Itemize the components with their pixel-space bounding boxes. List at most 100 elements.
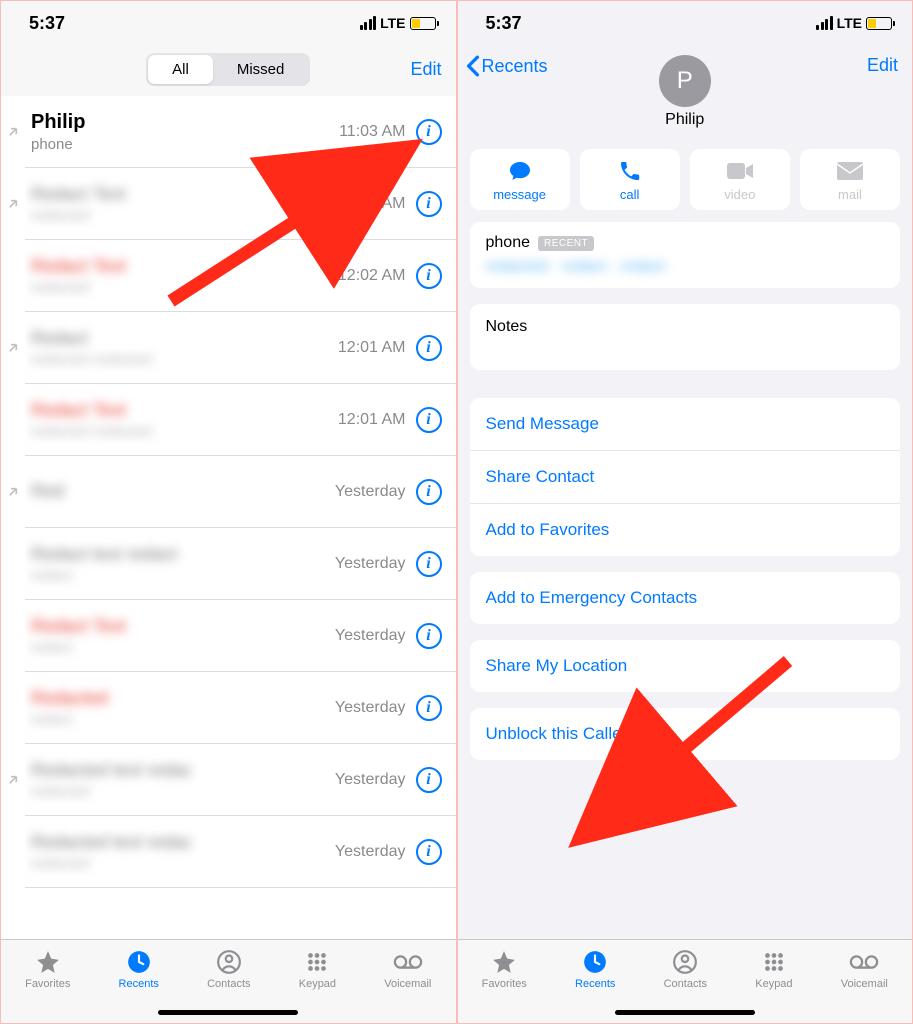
tab-voicemail[interactable]: Voicemail <box>841 948 888 990</box>
caller-name: Redact Text <box>31 256 338 277</box>
outgoing-call-icon <box>1 96 25 168</box>
info-button[interactable]: i <box>416 407 442 433</box>
tab-contacts[interactable]: Contacts <box>207 948 250 990</box>
phone-section[interactable]: phone RECENT redacted · redact · redact <box>470 222 901 288</box>
mail-icon <box>836 159 864 183</box>
notes-section[interactable]: Notes <box>470 304 901 370</box>
video-icon <box>726 159 754 183</box>
back-label: Recents <box>482 56 548 77</box>
outgoing-call-icon <box>1 456 25 528</box>
action-video: video <box>690 149 790 210</box>
avatar[interactable]: P <box>659 55 711 107</box>
link-row[interactable]: Send Message <box>470 398 901 450</box>
call-time: 12:01 AM <box>338 411 406 429</box>
call-row[interactable]: RedactedredactYesterdayi <box>25 672 456 744</box>
caller-name: Philip <box>31 111 339 134</box>
recents-header: All Missed Edit <box>1 45 456 96</box>
action-call[interactable]: call <box>580 149 680 210</box>
link-row[interactable]: Unblock this Caller <box>470 708 901 760</box>
call-row[interactable]: Redacted text redacredactedYesterdayi <box>25 744 456 816</box>
caller-name: Redacted <box>31 688 335 709</box>
info-button[interactable]: i <box>416 839 442 865</box>
caller-sub: redacted <box>31 207 338 224</box>
caller-name: Red <box>31 481 335 502</box>
action-mail: mail <box>800 149 900 210</box>
info-button[interactable]: i <box>416 767 442 793</box>
tab-keypad[interactable]: Keypad <box>299 948 336 990</box>
tab-recents[interactable]: Recents <box>575 948 615 990</box>
tab-keypad[interactable]: Keypad <box>755 948 792 990</box>
segment-all[interactable]: All <box>148 55 213 84</box>
link-row[interactable]: Add to Emergency Contacts <box>470 572 901 624</box>
info-button[interactable]: i <box>416 191 442 217</box>
tab-recents[interactable]: Recents <box>119 948 159 990</box>
call-time: Yesterday <box>335 699 406 717</box>
info-button[interactable]: i <box>416 623 442 649</box>
call-row[interactable]: RedYesterday i <box>25 456 456 528</box>
status-time: 5:37 <box>29 13 65 34</box>
info-button[interactable]: i <box>416 335 442 361</box>
contact-name: Philip <box>665 111 704 129</box>
edit-button[interactable]: Edit <box>867 55 898 76</box>
battery-icon <box>410 17 436 30</box>
tab-favorites[interactable]: Favorites <box>482 948 527 990</box>
links-group-2: Add to Emergency Contacts <box>470 572 901 624</box>
back-button[interactable]: Recents <box>466 55 548 77</box>
home-indicator[interactable] <box>158 1010 298 1015</box>
outgoing-call-icon <box>1 744 25 816</box>
edit-button[interactable]: Edit <box>410 59 441 80</box>
home-indicator[interactable] <box>615 1010 755 1015</box>
call-row[interactable]: Redact Textredacted12:02 AMi <box>25 168 456 240</box>
segmented-control[interactable]: All Missed <box>146 53 310 86</box>
call-time: 12:02 AM <box>338 267 406 285</box>
call-type-column <box>1 96 25 939</box>
call-time: 11:03 AM <box>339 123 405 141</box>
tab-favorites[interactable]: Favorites <box>25 948 70 990</box>
outgoing-call-icon <box>1 816 25 888</box>
recents-list[interactable]: Philipphone11:03 AMiRedact Textredacted1… <box>25 96 456 939</box>
outgoing-call-icon <box>1 240 25 312</box>
call-row[interactable]: Philipphone11:03 AMi <box>25 96 456 168</box>
call-row[interactable]: Redact Textredacted12:02 AMi <box>25 240 456 312</box>
phone-label: phone <box>486 234 531 252</box>
call-time: Yesterday <box>335 771 406 789</box>
contact-detail-screen: 5:37 LTE Recents Edit P Philip message c… <box>458 1 913 1023</box>
outgoing-call-icon <box>1 600 25 672</box>
outgoing-call-icon <box>1 672 25 744</box>
call-row[interactable]: Redact Textredacted redacted12:01 AMi <box>25 384 456 456</box>
call-time: 12:02 AM <box>338 195 406 213</box>
star-icon <box>33 948 63 976</box>
action-label: video <box>724 187 755 202</box>
info-button[interactable]: i <box>416 695 442 721</box>
link-row[interactable]: Add to Favorites <box>470 503 901 556</box>
caller-name: Redacted text redac <box>31 760 335 781</box>
info-button[interactable]: i <box>416 263 442 289</box>
caller-sub: redacted <box>31 855 335 872</box>
tab-voicemail[interactable]: Voicemail <box>384 948 431 990</box>
outgoing-call-icon <box>1 168 25 240</box>
caller-sub: redact <box>31 567 335 584</box>
call-row[interactable]: Redacted text redacredactedYesterdayi <box>25 816 456 888</box>
link-row[interactable]: Share Contact <box>470 450 901 503</box>
tab-label: Keypad <box>755 978 792 990</box>
tab-contacts[interactable]: Contacts <box>664 948 707 990</box>
contact-header: Recents Edit P Philip <box>458 45 913 137</box>
info-button[interactable]: i <box>416 479 442 505</box>
call-time: Yesterday <box>335 483 406 501</box>
action-label: message <box>493 187 546 202</box>
info-button[interactable]: i <box>416 119 442 145</box>
status-bar: 5:37 LTE <box>1 1 456 45</box>
call-time: Yesterday <box>335 627 406 645</box>
tab-label: Contacts <box>207 978 250 990</box>
link-row[interactable]: Share My Location <box>470 640 901 692</box>
segment-missed[interactable]: Missed <box>213 55 309 84</box>
call-row[interactable]: Redactredacted redacted12:01 AMi <box>25 312 456 384</box>
call-time: 12:01 AM <box>338 339 406 357</box>
recents-screen: 5:37 LTE All Missed Edit Philipphone11:0… <box>1 1 458 1023</box>
call-row[interactable]: Redact TextredactYesterdayi <box>25 600 456 672</box>
info-button[interactable]: i <box>416 551 442 577</box>
call-row[interactable]: Redact text redactredactYesterdayi <box>25 528 456 600</box>
action-message[interactable]: message <box>470 149 570 210</box>
phone-number[interactable]: redacted · redact · redact <box>486 258 885 276</box>
call-time: Yesterday <box>335 555 406 573</box>
